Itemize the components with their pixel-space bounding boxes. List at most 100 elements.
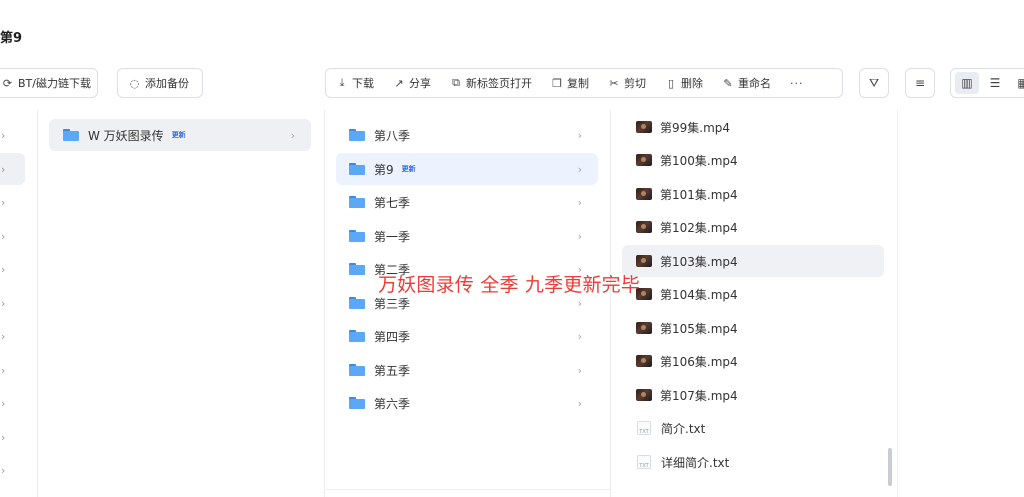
chevron-right-icon: › bbox=[1, 397, 6, 410]
download-button[interactable]: ⤓ 下载 bbox=[336, 75, 374, 91]
filter-button[interactable]: ⛛ bbox=[859, 68, 889, 98]
folder-name: 第六季 bbox=[374, 396, 411, 411]
download-icon: ⤓ bbox=[339, 76, 345, 89]
copy-button[interactable]: ❐ 复制 bbox=[551, 75, 589, 91]
trash-icon: ▯ bbox=[667, 76, 675, 90]
folder-name: 第三季 bbox=[374, 296, 411, 311]
file-name: 第100集.mp4 bbox=[660, 153, 738, 168]
folder-row[interactable]: 第七季 › bbox=[336, 186, 598, 218]
folder-icon bbox=[349, 230, 365, 242]
rename-icon: ✎ bbox=[723, 76, 733, 90]
folder-name: 第9 bbox=[374, 162, 394, 177]
file-name: 简介.txt bbox=[661, 421, 706, 436]
chevron-right-icon: › bbox=[290, 128, 295, 142]
magnet-download-icon: ⟳ bbox=[2, 76, 13, 90]
video-thumbnail-icon bbox=[636, 221, 652, 233]
sync-icon: ◌ bbox=[129, 76, 140, 90]
column-view-button[interactable]: ▥ bbox=[955, 72, 979, 94]
sort-button[interactable]: ≡ bbox=[905, 68, 935, 98]
column-divider bbox=[37, 110, 38, 497]
folder-row[interactable]: 第四季 › bbox=[336, 320, 598, 352]
folder-row[interactable]: 第一季 › bbox=[336, 220, 598, 252]
share-label: 分享 bbox=[409, 77, 431, 90]
delete-label: 删除 bbox=[681, 77, 703, 90]
add-backup-label: 添加备份 bbox=[145, 77, 189, 90]
update-badge: 更新 bbox=[171, 131, 186, 139]
chevron-right-icon: › bbox=[1, 364, 6, 377]
text-file-icon: TXT bbox=[637, 421, 651, 435]
folder-row[interactable]: W 万妖图录传 更新 › bbox=[49, 119, 311, 151]
column-divider bbox=[897, 110, 898, 497]
page-title: 第9 bbox=[0, 31, 23, 46]
file-row[interactable]: TXT 简介.txt bbox=[622, 412, 884, 444]
update-badge: 更新 bbox=[401, 165, 416, 173]
video-thumbnail-icon bbox=[636, 154, 652, 166]
file-row[interactable]: 第105集.mp4 bbox=[622, 312, 884, 344]
chevron-right-icon: › bbox=[1, 263, 6, 276]
file-row[interactable]: 第106集.mp4 bbox=[622, 345, 884, 377]
column-divider bbox=[610, 110, 611, 497]
video-thumbnail-icon bbox=[636, 355, 652, 367]
file-row[interactable]: 第102集.mp4 bbox=[622, 211, 884, 243]
folder-name: 第七季 bbox=[374, 195, 411, 210]
video-thumbnail-icon bbox=[636, 121, 652, 133]
file-row[interactable]: 第104集.mp4 bbox=[622, 278, 884, 310]
rename-button[interactable]: ✎ 重命名 bbox=[722, 75, 771, 91]
folder-icon bbox=[349, 129, 365, 141]
list-view-button[interactable]: ☰ bbox=[983, 72, 1007, 94]
file-name: 第104集.mp4 bbox=[660, 287, 738, 302]
watermark-caption: 万妖图录传 全季 九季更新完毕 bbox=[378, 274, 641, 296]
bt-magnet-download-label: BT/磁力链下载 bbox=[18, 77, 91, 90]
column-view-icon: ▥ bbox=[961, 76, 973, 90]
cut-button[interactable]: ✂ 剪切 bbox=[608, 75, 646, 91]
more-actions-button[interactable]: ··· bbox=[790, 77, 804, 90]
share-icon: ↗ bbox=[394, 76, 404, 90]
add-backup-button[interactable]: ◌ 添加备份 bbox=[117, 68, 203, 98]
file-row[interactable]: TXT 详细简介.txt bbox=[622, 446, 884, 478]
video-thumbnail-icon bbox=[636, 322, 652, 334]
delete-button[interactable]: ▯ 删除 bbox=[665, 75, 703, 91]
file-row[interactable]: 第107集.mp4 bbox=[622, 379, 884, 411]
folder-row[interactable]: 第六季 › bbox=[336, 387, 598, 419]
file-action-toolbar: ⤓ 下载 ↗ 分享 ⧉ 新标签页打开 ❐ 复制 ✂ 剪切 ▯ 删除 ✎ 重命名 … bbox=[325, 68, 843, 98]
view-mode-switcher: ▥ ☰ ▦ bbox=[950, 68, 1024, 98]
grid-view-button[interactable]: ▦ bbox=[1011, 72, 1024, 94]
folder-row[interactable]: 第9 更新 › bbox=[336, 153, 598, 185]
folder-icon bbox=[349, 330, 365, 342]
folder-row[interactable]: 第五季 › bbox=[336, 354, 598, 386]
file-name: 第101集.mp4 bbox=[660, 187, 738, 202]
copy-label: 复制 bbox=[567, 77, 589, 90]
chevron-right-icon: › bbox=[1, 230, 6, 243]
folder-icon bbox=[349, 397, 365, 409]
chevron-right-icon: › bbox=[1, 431, 6, 444]
file-name: 第105集.mp4 bbox=[660, 321, 738, 336]
copy-icon: ❐ bbox=[552, 76, 562, 90]
chevron-right-icon: › bbox=[577, 229, 582, 243]
bt-magnet-download-button[interactable]: ⟳ BT/磁力链下载 bbox=[0, 68, 98, 98]
folder-icon bbox=[349, 364, 365, 376]
chevron-right-icon: › bbox=[1, 163, 6, 176]
file-row[interactable]: 第101集.mp4 bbox=[622, 178, 884, 210]
chevron-right-icon: › bbox=[577, 363, 582, 377]
download-label: 下载 bbox=[352, 77, 374, 90]
cut-icon: ✂ bbox=[609, 76, 619, 90]
folder-row[interactable]: 第八季 › bbox=[336, 119, 598, 151]
chevron-right-icon: › bbox=[577, 162, 582, 176]
text-file-icon: TXT bbox=[637, 455, 651, 469]
chevron-right-icon: › bbox=[1, 464, 6, 477]
chevron-right-icon: › bbox=[577, 396, 582, 410]
file-row[interactable]: 第99集.mp4 bbox=[622, 111, 884, 143]
file-row[interactable]: 第103集.mp4 bbox=[622, 245, 884, 277]
folder-name: 第五季 bbox=[374, 363, 411, 378]
file-list-scrollbar[interactable] bbox=[888, 448, 892, 486]
file-row[interactable]: 第100集.mp4 bbox=[622, 144, 884, 176]
folder-icon bbox=[349, 263, 365, 275]
share-button[interactable]: ↗ 分享 bbox=[393, 75, 431, 91]
folder-icon bbox=[349, 163, 365, 175]
folder-icon bbox=[349, 297, 365, 309]
file-name: 详细简介.txt bbox=[661, 455, 730, 470]
chevron-right-icon: › bbox=[1, 330, 6, 343]
open-new-tab-button[interactable]: ⧉ 新标签页打开 bbox=[450, 75, 532, 91]
new-tab-icon: ⧉ bbox=[452, 76, 460, 89]
chevron-right-icon: › bbox=[577, 128, 582, 142]
